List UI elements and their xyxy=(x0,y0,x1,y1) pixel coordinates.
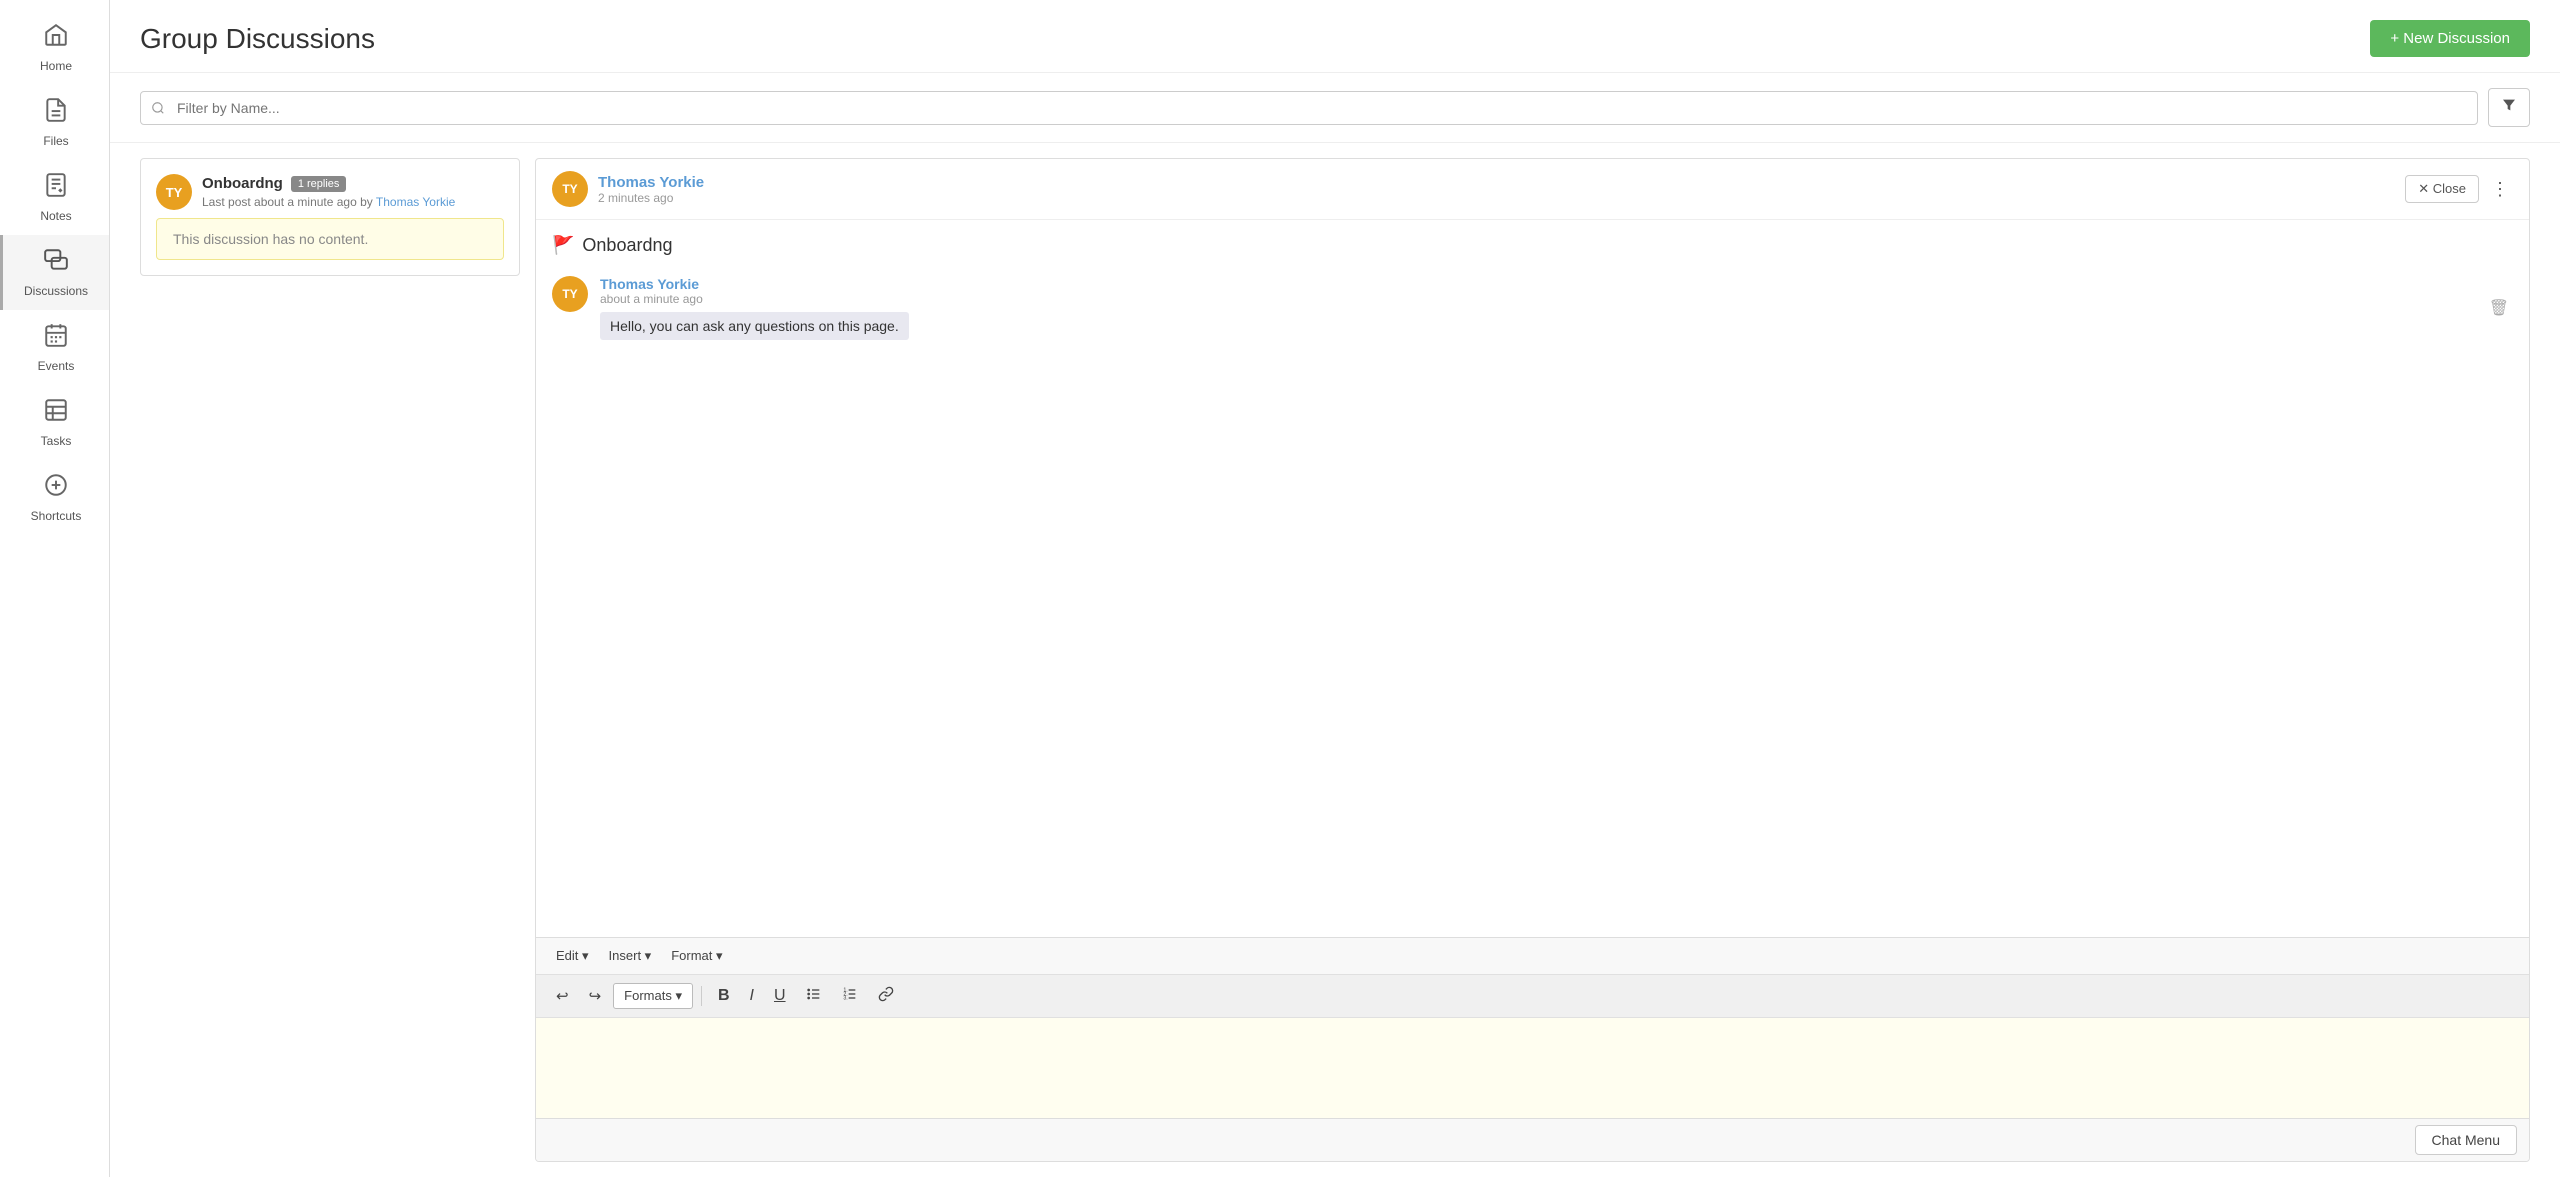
chat-menu-button[interactable]: Chat Menu xyxy=(2415,1125,2517,1155)
reply-item: TY Thomas Yorkie about a minute ago Hell… xyxy=(552,276,2513,340)
editor-menubar: Edit ▾ Insert ▾ Format ▾ xyxy=(536,938,2529,975)
toolbar-undo-button[interactable]: ↩ xyxy=(548,982,577,1010)
events-icon xyxy=(43,322,69,355)
reply-message: Hello, you can ask any questions on this… xyxy=(600,312,909,340)
toolbar-formats-button[interactable]: Formats ▾ xyxy=(613,983,693,1009)
toolbar-separator xyxy=(701,986,702,1006)
editor-format-menu[interactable]: Format ▾ xyxy=(663,944,730,968)
sidebar-item-files[interactable]: Files xyxy=(0,85,109,160)
sidebar-item-discussions[interactable]: Discussions xyxy=(0,235,109,310)
last-post-meta: Last post about a minute ago by xyxy=(202,195,373,209)
sidebar-item-home-label: Home xyxy=(40,59,72,73)
sidebar-item-shortcuts[interactable]: Shortcuts xyxy=(0,460,109,535)
discussion-no-content: This discussion has no content. xyxy=(156,218,504,260)
notes-icon xyxy=(43,172,69,205)
toolbar-underline-button[interactable]: U xyxy=(766,982,794,1010)
reply-time: about a minute ago xyxy=(600,292,2473,306)
editor-content[interactable] xyxy=(536,1018,2529,1118)
last-post-author-link[interactable]: Thomas Yorkie xyxy=(376,195,455,209)
tasks-icon xyxy=(43,397,69,430)
discussion-topic-title: 🚩 Onboardng xyxy=(552,235,2513,256)
toolbar-redo-button[interactable]: ↪ xyxy=(581,982,610,1010)
editor-area: Edit ▾ Insert ▾ Format ▾ ↩ ↪ Formats ▾ B… xyxy=(536,937,2529,1161)
discussion-title: Onboardng xyxy=(202,175,283,192)
detail-author-name: Thomas Yorkie xyxy=(598,174,2395,191)
discussion-meta: Last post about a minute ago by Thomas Y… xyxy=(202,195,504,209)
sidebar-item-files-label: Files xyxy=(43,134,68,148)
topic-title-text: Onboardng xyxy=(582,235,672,256)
editor-insert-menu[interactable]: Insert ▾ xyxy=(601,944,660,968)
toolbar-link-button[interactable] xyxy=(870,981,902,1011)
discussions-icon xyxy=(43,247,69,280)
close-button[interactable]: ✕ Close xyxy=(2405,175,2479,203)
discussion-title-row: Onboardng 1 replies xyxy=(202,175,504,192)
editor-edit-menu[interactable]: Edit ▾ xyxy=(548,944,597,968)
discussion-card[interactable]: TY Onboardng 1 replies Last post about a… xyxy=(140,158,520,276)
toolbar-bullet-button[interactable] xyxy=(798,981,830,1011)
sidebar-item-notes-label: Notes xyxy=(40,209,71,223)
sidebar: Home Files Notes Discussions Events Task… xyxy=(0,0,110,1177)
filter-button[interactable] xyxy=(2488,88,2530,127)
discussion-list: TY Onboardng 1 replies Last post about a… xyxy=(140,158,520,1162)
sidebar-item-shortcuts-label: Shortcuts xyxy=(31,509,82,523)
reply-avatar: TY xyxy=(552,276,588,312)
toolbar-italic-button[interactable]: I xyxy=(742,982,762,1010)
search-input[interactable] xyxy=(140,91,2478,125)
shortcuts-icon xyxy=(43,472,69,505)
sidebar-item-notes[interactable]: Notes xyxy=(0,160,109,235)
discussion-info: Onboardng 1 replies Last post about a mi… xyxy=(202,175,504,209)
search-bar xyxy=(110,73,2560,143)
replies-badge: 1 replies xyxy=(291,176,347,192)
toolbar-bold-button[interactable]: B xyxy=(710,982,738,1010)
more-options-button[interactable]: ⋮ xyxy=(2487,175,2513,204)
chat-menu-bar: Chat Menu xyxy=(536,1118,2529,1161)
main-content: Group Discussions + New Discussion TY On… xyxy=(110,0,2560,1177)
detail-time: 2 minutes ago xyxy=(598,191,2395,205)
sidebar-item-events[interactable]: Events xyxy=(0,310,109,385)
content-area: TY Onboardng 1 replies Last post about a… xyxy=(110,143,2560,1177)
sidebar-item-events-label: Events xyxy=(38,359,75,373)
flag-icon: 🚩 xyxy=(552,235,574,256)
discussion-card-header: TY Onboardng 1 replies Last post about a… xyxy=(156,174,504,210)
sidebar-item-tasks-label: Tasks xyxy=(41,434,72,448)
sidebar-item-home[interactable]: Home xyxy=(0,10,109,85)
avatar: TY xyxy=(156,174,192,210)
sidebar-item-tasks[interactable]: Tasks xyxy=(0,385,109,460)
toolbar-numbered-button[interactable]: 1.2.3. xyxy=(834,981,866,1011)
svg-text:3.: 3. xyxy=(843,995,847,1001)
detail-avatar: TY xyxy=(552,171,588,207)
editor-toolbar: ↩ ↪ Formats ▾ B I U 1.2.3. xyxy=(536,975,2529,1018)
discussion-detail: TY Thomas Yorkie 2 minutes ago ✕ Close ⋮… xyxy=(535,158,2530,1162)
detail-body: 🚩 Onboardng TY Thomas Yorkie about a min… xyxy=(536,220,2529,937)
reply-delete-button[interactable]: 🗑 xyxy=(2485,276,2513,340)
sidebar-item-discussions-label: Discussions xyxy=(24,284,88,298)
home-icon xyxy=(43,22,69,55)
page-header: Group Discussions + New Discussion xyxy=(110,0,2560,73)
reply-content: Thomas Yorkie about a minute ago Hello, … xyxy=(600,276,2473,340)
files-icon xyxy=(43,97,69,130)
detail-actions: ✕ Close ⋮ xyxy=(2405,175,2513,204)
detail-author-info: Thomas Yorkie 2 minutes ago xyxy=(598,174,2395,205)
new-discussion-button[interactable]: + New Discussion xyxy=(2370,20,2530,57)
detail-header: TY Thomas Yorkie 2 minutes ago ✕ Close ⋮ xyxy=(536,159,2529,220)
reply-author-name: Thomas Yorkie xyxy=(600,276,2473,292)
page-title: Group Discussions xyxy=(140,23,375,55)
